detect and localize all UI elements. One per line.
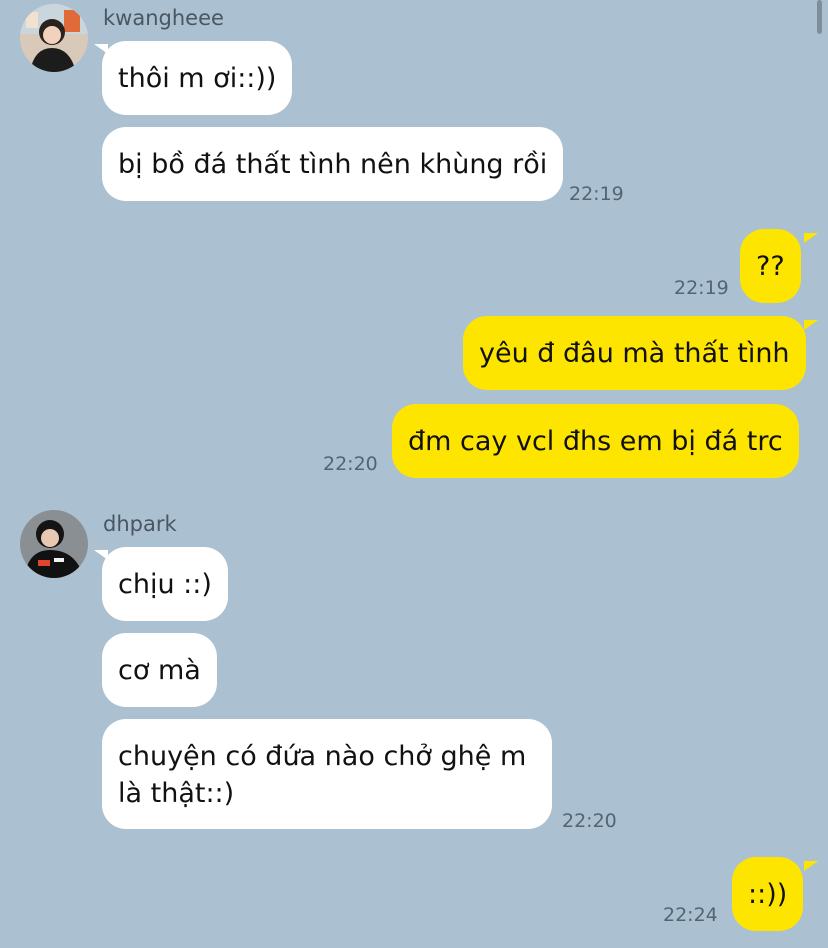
outgoing-message[interactable]: yêu đ đâu mà thất tình — [463, 316, 806, 390]
outgoing-message[interactable]: ?? — [740, 229, 801, 303]
message-time: 22:24 — [663, 904, 718, 926]
incoming-message[interactable]: chuyện có đứa nào chở ghệ m là thật::) — [102, 719, 552, 829]
avatar-kwangheee[interactable] — [20, 4, 88, 72]
user-photo-icon — [20, 510, 88, 578]
sender-name: kwangheee — [103, 6, 224, 30]
incoming-message[interactable]: cơ mà — [102, 633, 217, 707]
message-time: 22:19 — [674, 277, 729, 299]
scrollbar[interactable] — [817, 0, 822, 34]
outgoing-message[interactable]: ::)) — [732, 857, 804, 931]
outgoing-message[interactable]: đm cay vcl đhs em bị đá trc — [392, 404, 799, 478]
incoming-message[interactable]: chịu ::) — [102, 547, 228, 621]
incoming-message[interactable]: bị bồ đá thất tình nên khùng rồi — [102, 127, 564, 201]
bubble-tail — [804, 320, 818, 330]
message-time: 22:19 — [569, 183, 624, 205]
sender-name: dhpark — [103, 512, 177, 536]
bubble-tail — [804, 861, 818, 871]
user-photo-icon — [20, 4, 88, 72]
message-time: 22:20 — [323, 453, 378, 475]
incoming-message[interactable]: thôi m ơi::)) — [102, 41, 293, 115]
bubble-tail — [804, 233, 818, 243]
avatar-dhpark[interactable] — [20, 510, 88, 578]
message-time: 22:20 — [562, 810, 617, 832]
